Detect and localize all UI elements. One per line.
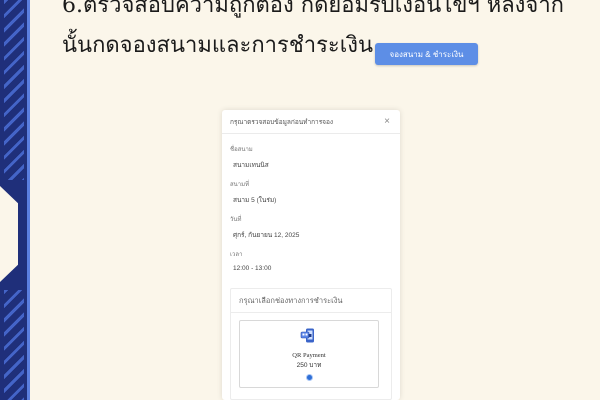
book-and-pay-button[interactable]: จองสนาม & ชำระเงิน [375,43,478,65]
instruction-line-1: 6.ตรวจสอบความถูกต้อง กดยอมรับเงื่อนไขฯ ห… [62,0,564,18]
field-court-name: ชื่อสนาม สนามเทนนิส [230,144,269,170]
qr-payment-option[interactable]: QR Payment 250 บาท [239,320,379,388]
modal-header: กรุณาตรวจสอบข้อมูลก่อนทำการจอง × [222,110,400,134]
field-date: วันที่ ศุกร์, กันยายน 12, 2025 [230,214,299,240]
payment-price: 250 บาท [296,362,322,369]
payment-method-label: QR Payment [292,352,326,359]
stripe-pattern-bottom [4,290,24,400]
instruction-heading: 6.ตรวจสอบความถูกต้อง กดยอมรับเงื่อนไขฯ ห… [62,0,582,64]
payment-radio-selected[interactable] [305,374,313,381]
modal-title: กรุณาตรวจสอบข้อมูลก่อนทำการจอง [230,118,334,126]
field-value: สนามเทนนิส [233,162,269,169]
instruction-line-2: นั้นกดจองสนามและการชำระเงิน [62,33,374,58]
qr-payment-icon [300,328,318,349]
stripe-pattern-top [4,0,24,180]
payment-method-prompt: กรุณาเลือกช่องทางการชำระเงิน [231,289,391,313]
close-icon[interactable]: × [384,116,390,127]
field-court-number: สนามที่ สนาม 5 (ในร่ม) [230,179,276,205]
field-time: เวลา 12:00 - 13:00 [230,249,271,272]
field-value: ศุกร์, กันยายน 12, 2025 [233,232,300,239]
field-label: สนามที่ [230,182,250,188]
field-label: วันที่ [230,217,242,223]
field-label: เวลา [230,252,243,258]
field-value: 12:00 - 13:00 [233,265,272,272]
strip-edge [27,0,30,400]
decorative-side-strip [0,0,30,400]
field-label: ชื่อสนาม [230,147,253,153]
field-value: สนาม 5 (ในร่ม) [233,197,277,204]
payment-method-panel: กรุณาเลือกช่องทางการชำระเงิน QR Payment … [230,288,392,400]
strip-notch [0,186,18,282]
booking-confirmation-modal: กรุณาตรวจสอบข้อมูลก่อนทำการจอง × ชื่อสนา… [222,110,400,400]
